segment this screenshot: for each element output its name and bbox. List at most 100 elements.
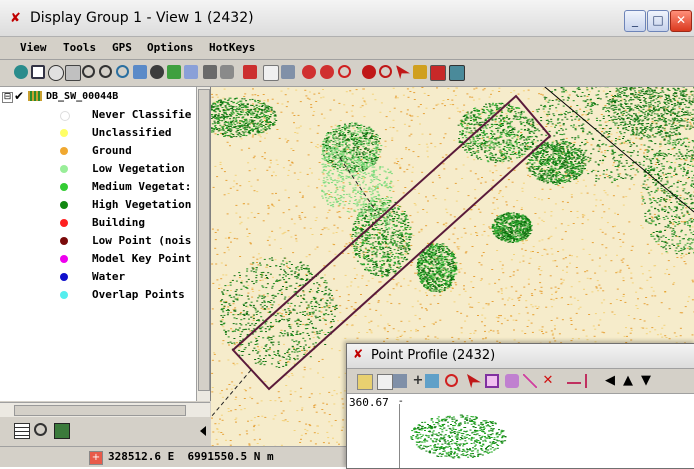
polygon-select-icon[interactable] [505,374,519,388]
legend-item-high-vegetation: High Vegetation [60,197,200,213]
zoom-out-icon[interactable] [99,65,112,78]
window-title: Display Group 1 - View 1 (2432) [30,10,254,26]
profile-title: Point Profile (2432) [371,348,495,363]
app-icon: ✘ [353,347,363,361]
class-swatch [60,273,68,281]
layer-checkbox-icon[interactable]: ✔ [14,89,24,103]
vertex-icon[interactable] [425,374,439,388]
expand-collapse-icon[interactable]: ⊟ [2,92,13,103]
zoom-box-icon[interactable] [65,65,81,81]
list-icon[interactable] [14,423,30,439]
class-swatch [60,147,68,155]
add-layer-icon[interactable] [243,65,257,79]
zoom-in-icon[interactable] [82,65,95,78]
coordinate-readout: 328512.6 E 6991550.5 N m [108,450,274,463]
layer-name[interactable]: DB_SW_00044B [46,91,118,102]
add-point-icon[interactable]: + [411,374,425,388]
legend-item-model-key-point: Model Key Point [60,251,200,267]
legend-item-building: Building [60,215,200,231]
measure-icon[interactable] [281,65,295,79]
point-profile-icon[interactable] [449,65,465,81]
legend-item-unclassified: Unclassified [60,125,200,141]
histogram-icon[interactable] [430,65,446,81]
select-arrow-icon[interactable] [467,374,481,388]
scroll-thumb[interactable] [198,89,210,391]
scroll-thumb[interactable] [14,405,186,416]
class-swatch [60,219,68,227]
profile-canvas[interactable]: 360.67 - [347,394,694,468]
binoculars-icon[interactable] [203,65,217,79]
arrow-down-icon[interactable]: ▼ [639,374,653,388]
close-button[interactable]: ✕ [670,10,692,32]
cancel-icon[interactable] [445,374,458,387]
camera-icon[interactable] [220,65,234,79]
delete-icon[interactable]: ✕ [541,374,555,388]
class-label: Building [92,216,145,229]
stop-icon[interactable] [362,65,376,79]
menu-options[interactable]: Options [147,41,193,54]
layer-legend: ⊟ ✔ DB_SW_00044B Never Classifie Unclass… [0,87,211,401]
move-icon[interactable] [357,374,373,390]
maximize-button[interactable]: □ [647,10,669,32]
arrow-left-icon[interactable]: ◀ [603,374,617,388]
class-swatch [60,165,68,173]
class-swatch [60,129,68,137]
edit-icon[interactable] [413,65,427,79]
zoom-previous-icon[interactable] [116,65,129,78]
zoom-layer-icon[interactable] [133,65,147,79]
horizontal-profile-icon[interactable] [567,374,581,384]
arrow-left-right-icon[interactable] [302,65,316,79]
spatial-data-icon[interactable] [184,65,198,79]
class-label: Medium Vegetat: [92,180,191,193]
arrow-right-icon[interactable] [320,65,334,79]
layer-controls-icon[interactable] [167,65,181,79]
class-label: Low Point (nois [92,234,191,247]
full-view-icon[interactable] [31,65,45,79]
zoom-red-icon[interactable] [379,65,392,78]
legend-vertical-scrollbar[interactable] [196,87,210,401]
menu-tools[interactable]: Tools [63,41,96,54]
lidar-layer-icon [28,91,42,101]
vertical-profile-icon[interactable] [585,374,595,388]
class-swatch [60,201,68,209]
class-label: Never Classifie [92,108,191,121]
collapse-panel-icon[interactable] [200,426,206,436]
scale-icon[interactable] [263,65,279,81]
class-swatch [60,183,68,191]
menu-bar: View Tools GPS Options HotKeys [0,37,694,60]
class-swatch [60,237,68,245]
redraw-icon[interactable] [14,65,28,79]
easting-value: 328512.6 E [108,450,174,463]
arrow-up-icon[interactable]: ▲ [621,374,635,388]
legend-item-low-point: Low Point (nois [60,233,200,249]
class-label: High Vegetation [92,198,191,211]
class-swatch [60,111,70,121]
class-label: Overlap Points [92,288,185,301]
legend-item-water: Water [60,269,200,285]
rectangle-select-icon[interactable] [485,374,499,388]
cancel-icon[interactable] [338,65,351,78]
menu-gps[interactable]: GPS [112,41,132,54]
legend-horizontal-scrollbar[interactable] [0,402,210,417]
line-tool-icon[interactable] [523,374,537,388]
class-label: Water [92,270,125,283]
search-icon[interactable] [34,423,47,436]
legend-item-low-vegetation: Low Vegetation [60,161,200,177]
select-arrow-icon[interactable] [396,65,410,79]
pan-icon[interactable] [48,65,64,81]
map-icon[interactable] [54,423,70,439]
profile-title-bar[interactable]: ✘ Point Profile (2432) [347,344,694,369]
scale-icon[interactable] [377,374,393,390]
crosshair-icon[interactable]: + [89,451,103,465]
title-bar[interactable]: ✘ Display Group 1 - View 1 (2432) _ □ ✕ [0,0,694,37]
app-icon: ✘ [10,12,28,26]
main-toolbar [0,60,694,87]
minimize-button[interactable]: _ [624,10,646,32]
refresh-icon[interactable] [150,65,164,79]
legend-tools [0,417,210,445]
measure-icon[interactable] [393,374,407,388]
menu-view[interactable]: View [20,41,47,54]
menu-hotkeys[interactable]: HotKeys [209,41,255,54]
class-label: Model Key Point [92,252,191,265]
legend-item-overlap-points: Overlap Points [60,287,200,303]
